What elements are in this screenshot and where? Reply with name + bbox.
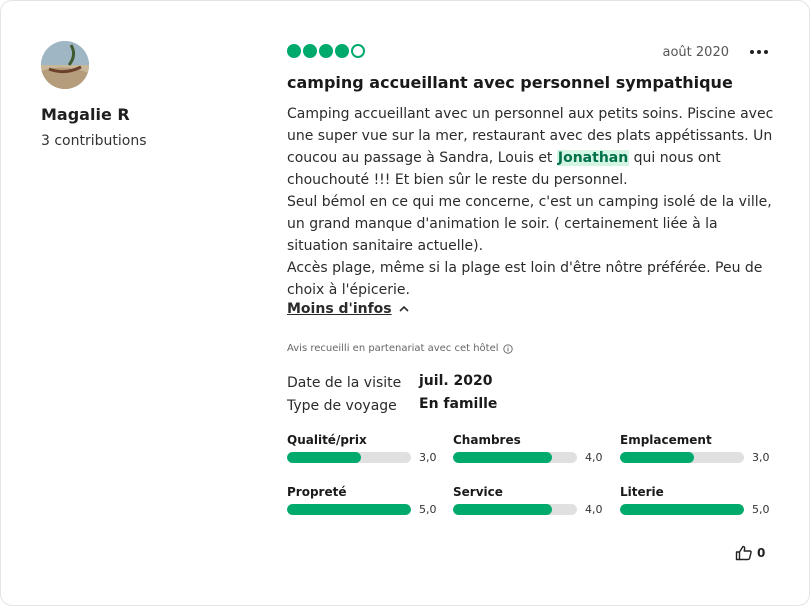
- partner-note: Avis recueilli en partenariat avec cet h…: [287, 343, 513, 354]
- rating-bubble-full: [287, 44, 301, 58]
- subrating-label: Emplacement: [620, 433, 712, 447]
- review-paragraph: Seul bémol en ce qui me concerne, c'est …: [287, 194, 772, 254]
- subrating-fill: [453, 452, 553, 463]
- subrating-value: 3,0: [419, 451, 437, 464]
- review-body: Camping accueillant avec un personnel au…: [287, 103, 777, 301]
- subrating-fill: [620, 452, 695, 463]
- subrating-label: Propreté: [287, 485, 347, 499]
- subrating-bar: [287, 452, 411, 463]
- rating-bubble-full: [335, 44, 349, 58]
- subrating-bar: [287, 504, 411, 515]
- helpful-vote-button[interactable]: 0: [735, 545, 765, 561]
- visit-date-value: juil. 2020: [419, 373, 493, 389]
- avatar[interactable]: [41, 41, 89, 89]
- rating-bubble-full: [303, 44, 317, 58]
- subrating-quality-price: Qualité/prix 3,0: [287, 433, 457, 464]
- subrating-bar: [620, 504, 744, 515]
- subrating-label: Qualité/prix: [287, 433, 367, 447]
- subrating-fill: [620, 504, 744, 515]
- review-paragraph: Camping accueillant avec un personnel au…: [287, 103, 777, 191]
- avatar-image: [41, 41, 89, 89]
- subrating-fill: [287, 504, 411, 515]
- trip-type-label: Type de voyage: [287, 398, 397, 414]
- subrating-value: 5,0: [419, 503, 437, 516]
- more-horizontal-icon: [750, 50, 754, 54]
- review-card: Magalie R 3 contributions août 2020 camp…: [0, 0, 810, 606]
- subrating-label: Literie: [620, 485, 664, 499]
- review-date: août 2020: [662, 45, 729, 60]
- helpful-count: 0: [757, 546, 766, 560]
- subrating-label: Service: [453, 485, 503, 499]
- user-name[interactable]: Magalie R: [41, 105, 130, 124]
- visit-date-label: Date de la visite: [287, 375, 402, 391]
- show-less-button[interactable]: Moins d'infos: [287, 301, 410, 317]
- subrating-value: 3,0: [752, 451, 770, 464]
- subrating-value: 4,0: [585, 451, 603, 464]
- info-icon[interactable]: [502, 343, 513, 354]
- subrating-bar: [620, 452, 744, 463]
- mention-highlight: Jonathan: [556, 150, 630, 166]
- review-paragraph: Accès plage, même si la plage est loin d…: [287, 260, 763, 298]
- subrating-cleanliness: Propreté 5,0: [287, 485, 457, 516]
- subrating-value: 4,0: [585, 503, 603, 516]
- thumbs-up-icon: [735, 545, 752, 561]
- subrating-service: Service 4,0: [453, 485, 623, 516]
- subrating-label: Chambres: [453, 433, 521, 447]
- subrating-bar: [453, 504, 577, 515]
- rating-bubble-full: [319, 44, 333, 58]
- more-horizontal-icon: [757, 50, 761, 54]
- more-horizontal-icon: [764, 50, 768, 54]
- subrating-value: 5,0: [752, 503, 770, 516]
- trip-type-value: En famille: [419, 396, 498, 412]
- subrating-fill: [287, 452, 362, 463]
- subrating-bedding: Literie 5,0: [620, 485, 790, 516]
- chevron-up-icon: [399, 305, 409, 312]
- bubble-rating: [287, 44, 365, 58]
- partner-note-text: Avis recueilli en partenariat avec cet h…: [287, 343, 499, 354]
- subrating-fill: [453, 504, 553, 515]
- more-options-button[interactable]: [747, 43, 771, 61]
- user-contributions: 3 contributions: [41, 133, 147, 149]
- subrating-location: Emplacement 3,0: [620, 433, 790, 464]
- subrating-bar: [453, 452, 577, 463]
- rating-bubble-empty: [351, 44, 365, 58]
- subrating-rooms: Chambres 4,0: [453, 433, 623, 464]
- toggle-label: Moins d'infos: [287, 301, 392, 317]
- review-title[interactable]: camping accueillant avec personnel sympa…: [287, 73, 733, 92]
